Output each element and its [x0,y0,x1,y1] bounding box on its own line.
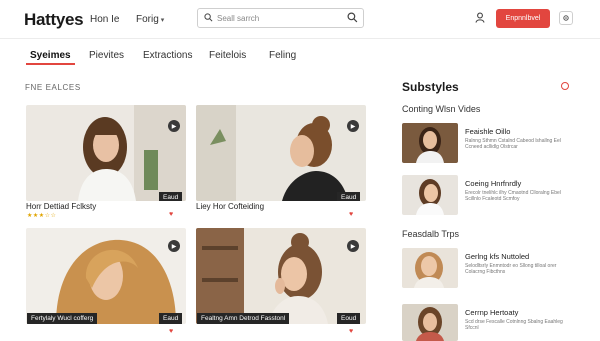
video-thumbnail[interactable]: ▶ Fealtng Amn Detrod Fasstonl Eoud [196,228,366,324]
sidebar-item-desc: Ralnng Sthmn Cstalnd Cabeod lshallng Eel… [465,138,561,151]
sidebar-group-label: Conting Wlsn Vides [402,104,481,114]
sidebar-item[interactable]: Feaishle Oillo Ralnng Sthmn Cstalnd Cabe… [402,123,572,165]
sidebar-item-thumbnail [402,248,458,288]
favorite-icon[interactable]: ♥ [349,328,353,335]
favorite-icon[interactable]: ♥ [349,211,353,218]
tab-previews[interactable]: Pievites [89,50,124,61]
video-tag: Eoud [337,313,361,324]
video-title[interactable]: Liey Hor Cofteiding [196,202,264,211]
sidebar-title: Substyles [402,80,459,94]
sidebar-item-title: Coeing Hnrfnrdly [465,179,522,188]
header-divider [0,38,600,39]
favorite-icon[interactable]: ♥ [169,211,173,218]
search-icon[interactable] [347,12,358,23]
sidebar-item[interactable]: Gerlng kfs Nuttoled Selodltsrly Enmntodr… [402,248,572,290]
video-card[interactable]: ▶ Fealtng Amn Detrod Fasstonl Eoud ♥ [196,228,366,340]
video-thumbnail[interactable]: ▶ Fertylaly Wucl cofferg Eaud [26,228,186,324]
nav-link-forum-label: Forig [136,14,159,25]
tab-festivals[interactable]: Feitelois [209,50,246,61]
video-thumbnail[interactable]: ▶ Eaud [196,105,366,201]
user-icon[interactable] [475,12,485,23]
gear-icon [563,15,569,21]
thumbnail-image [26,228,186,324]
star-rating: ★★★☆☆ [27,213,57,219]
search-input[interactable] [217,11,337,25]
video-tag: Eaud [337,192,361,201]
video-tag: Eaud [159,192,183,201]
active-tab-indicator [26,63,75,65]
tab-feeling[interactable]: Feling [269,50,296,61]
play-icon[interactable]: ▶ [168,240,180,252]
section-heading: FNE EALCES [25,83,81,92]
sidebar-item-title: Cerrnp Hertoaty [465,308,519,317]
video-card[interactable]: ▶ Fertylaly Wucl cofferg Eaud ♥ [26,228,186,340]
sidebar-thumb-image [402,123,458,163]
sidebar-item-thumbnail [402,175,458,215]
sidebar-item-desc: Erecolr tnelihlc ilhy Cmaotnd Clloralng … [465,190,561,203]
signup-button[interactable]: Enpnnlbvel [496,9,550,28]
nav-link-home-label: Hon Ie [90,14,120,25]
sidebar-item-thumbnail [402,123,458,163]
sidebar-thumb-image [402,304,458,341]
play-icon[interactable]: ▶ [168,120,180,132]
tab-styles[interactable]: Syeimes [30,50,71,61]
refresh-icon[interactable] [561,82,569,90]
video-card[interactable]: ▶ Eaud Horr Dettiad Fclksty ★★★☆☆ ♥ [26,105,186,220]
video-title[interactable]: Horr Dettiad Fclksty [26,202,96,211]
site-logo[interactable]: Hattyes [24,10,84,30]
search-icon-small [204,13,213,22]
sidebar-item-title: Feaishle Oillo [465,127,511,136]
sidebar-group-label: Feasdalb Trps [402,229,460,239]
sidebar-item[interactable]: Cerrnp Hertoaty Scd drse Fescalle Cotnln… [402,304,572,341]
settings-button[interactable] [559,11,573,25]
favorite-icon[interactable]: ♥ [169,328,173,335]
play-icon[interactable]: ▶ [347,240,359,252]
video-title-overlay: Fertylaly Wucl cofferg [27,313,98,324]
nav-link-forum[interactable]: Forig ▾ [136,14,164,25]
video-title-overlay: Fealtng Amn Detrod Fasstonl [197,313,290,324]
thumbnail-image [196,228,366,324]
video-tag: Eaud [159,313,183,324]
sidebar-item-thumbnail [402,304,458,341]
tab-extractions[interactable]: Extractions [143,50,192,61]
video-thumbnail[interactable]: ▶ Eaud [26,105,186,201]
sidebar-item-desc: Scd drse Fescalle Cotnlnng Sbalng Eaahle… [465,319,563,332]
top-bar: Hattyes Hon Ie Forig▾ Enpnnlbvel [0,0,600,38]
nav-link-home[interactable]: Hon Ie [90,14,119,25]
video-card[interactable]: ▶ Eaud Liey Hor Cofteiding ♥ [196,105,366,220]
sidebar-thumb-image [402,248,458,288]
sidebar-item-desc: Selodltsrly Enmntodr eo Sllong tilloal o… [465,263,557,276]
sidebar-item[interactable]: Coeing Hnrfnrdly Erecolr tnelihlc ilhy C… [402,175,572,217]
sidebar-thumb-image [402,175,458,215]
thumbnail-image [196,105,366,201]
sidebar-item-title: Gerlng kfs Nuttoled [465,252,530,261]
chevron-down-icon: ▾ [160,17,165,24]
thumbnail-image [26,105,186,201]
search-box[interactable] [197,8,364,28]
play-icon[interactable]: ▶ [347,120,359,132]
